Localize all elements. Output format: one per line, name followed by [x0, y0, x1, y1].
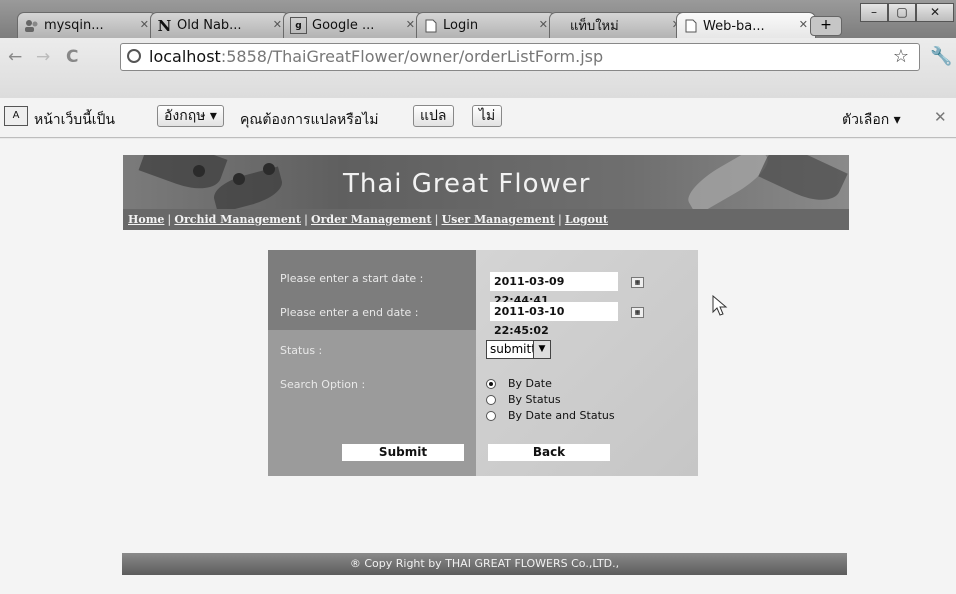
page-icon: [423, 18, 438, 33]
end-date-label: Please enter a end date :: [280, 306, 419, 319]
page-content: Thai Great Flower Home | Orchid Managemen…: [0, 139, 956, 594]
people-icon: [24, 18, 39, 33]
radio-button[interactable]: [486, 378, 496, 389]
site-footer: ® Copy Right by THAI GREAT FLOWERS Co.,L…: [122, 553, 847, 575]
radio-by-status[interactable]: By Status: [486, 393, 561, 406]
close-icon[interactable]: ✕: [406, 18, 415, 31]
translate-prefix: หน้าเว็บนี้เป็น: [34, 112, 116, 128]
status-label: Status :: [280, 344, 323, 357]
radio-by-date[interactable]: By Date: [486, 377, 552, 390]
end-date-field[interactable]: 2011-03-10 22:45:02: [490, 302, 618, 337]
tab-label: mysqin...: [44, 18, 104, 33]
close-icon[interactable]: ✕: [799, 18, 808, 31]
no-translate-button[interactable]: ไม่: [472, 105, 503, 127]
tab-new-tab[interactable]: แท็บใหม่ ✕: [549, 12, 689, 38]
globe-icon: [127, 49, 141, 63]
minimize-button[interactable]: –: [860, 3, 888, 22]
n-logo-icon: N: [157, 16, 172, 35]
forward-arrow-icon[interactable]: →: [36, 47, 50, 67]
menu-home[interactable]: Home: [125, 213, 167, 226]
tab-label: Login: [443, 18, 479, 33]
radio-button[interactable]: [486, 394, 496, 405]
tab-label: Google ...: [312, 18, 375, 33]
close-icon[interactable]: ✕: [934, 108, 947, 126]
wrench-icon[interactable]: 🔧: [930, 46, 952, 67]
reload-icon[interactable]: C: [66, 47, 78, 67]
translate-question: คุณต้องการแปลหรือไม่: [240, 112, 379, 128]
search-option-label: Search Option :: [280, 378, 366, 391]
tab-google[interactable]: g Google ... ✕: [283, 12, 423, 38]
chevron-down-icon: ▼: [533, 341, 550, 358]
address-bar[interactable]: localhost:5858/ThaiGreatFlower/owner/ord…: [120, 43, 920, 71]
menu-logout[interactable]: Logout: [562, 213, 611, 226]
radio-label: By Status: [508, 393, 561, 406]
site-menu: Home | Orchid Management | Order Managemen…: [123, 209, 849, 230]
tab-label: Old Nab...: [177, 18, 242, 33]
site-title: Thai Great Flower: [343, 169, 591, 199]
maximize-button[interactable]: ▢: [888, 3, 916, 22]
close-window-button[interactable]: ✕: [916, 3, 954, 22]
radio-by-date-and-status[interactable]: By Date and Status: [486, 409, 615, 422]
close-icon[interactable]: ✕: [273, 18, 282, 31]
translate-button[interactable]: แปล: [413, 105, 454, 127]
calendar-icon[interactable]: ▦: [631, 277, 644, 288]
bookmark-star-icon[interactable]: ☆: [893, 44, 909, 70]
radio-label: By Date: [508, 377, 552, 390]
start-date-label: Please enter a start date :: [280, 272, 424, 285]
close-icon[interactable]: ✕: [140, 18, 149, 31]
new-tab-button[interactable]: +: [810, 16, 842, 36]
radio-label: By Date and Status: [508, 409, 615, 422]
tab-old-nab[interactable]: N Old Nab... ✕: [150, 12, 290, 38]
site-banner: Thai Great Flower: [123, 155, 849, 209]
menu-order-management[interactable]: Order Management: [308, 213, 435, 226]
order-search-form: Please enter a start date : 2011-03-09 2…: [268, 250, 698, 476]
submit-button[interactable]: Submit: [342, 444, 464, 461]
tab-web-based[interactable]: Web-ba... ✕: [676, 12, 816, 39]
tab-login[interactable]: Login ✕: [416, 12, 556, 38]
tab-label: Web-ba...: [703, 18, 765, 34]
language-dropdown[interactable]: อังกฤษ ▾: [157, 105, 224, 127]
translate-icon: A: [4, 106, 28, 126]
translate-infobar: A หน้าเว็บนี้เป็น อังกฤษ ▾ คุณต้องการแปล…: [0, 98, 956, 138]
back-arrow-icon[interactable]: ←: [8, 47, 22, 67]
close-icon[interactable]: ✕: [539, 18, 548, 31]
url-path: :5858/ThaiGreatFlower/owner/orderListFor…: [220, 47, 604, 66]
tab-strip: mysqin... ✕ N Old Nab... ✕ g Google ... …: [0, 0, 956, 39]
calendar-icon[interactable]: ▦: [631, 307, 644, 318]
radio-button[interactable]: [486, 410, 496, 421]
start-date-field[interactable]: 2011-03-09 22:44:41: [490, 272, 618, 307]
menu-orchid-management[interactable]: Orchid Management: [171, 213, 304, 226]
url-host: localhost: [149, 47, 221, 66]
browser-toolbar: ← → C localhost:5858/ThaiGreatFlower/own…: [0, 38, 956, 98]
back-button[interactable]: Back: [488, 444, 610, 461]
tab-mysql[interactable]: mysqin... ✕: [17, 12, 157, 38]
menu-user-management[interactable]: User Management: [439, 213, 558, 226]
page-icon: [683, 19, 698, 34]
tab-label: แท็บใหม่: [570, 19, 619, 34]
status-select[interactable]: submitted ▼: [486, 340, 551, 359]
google-icon: g: [290, 17, 307, 34]
translate-options-button[interactable]: ตัวเลือก ▾: [842, 109, 901, 131]
